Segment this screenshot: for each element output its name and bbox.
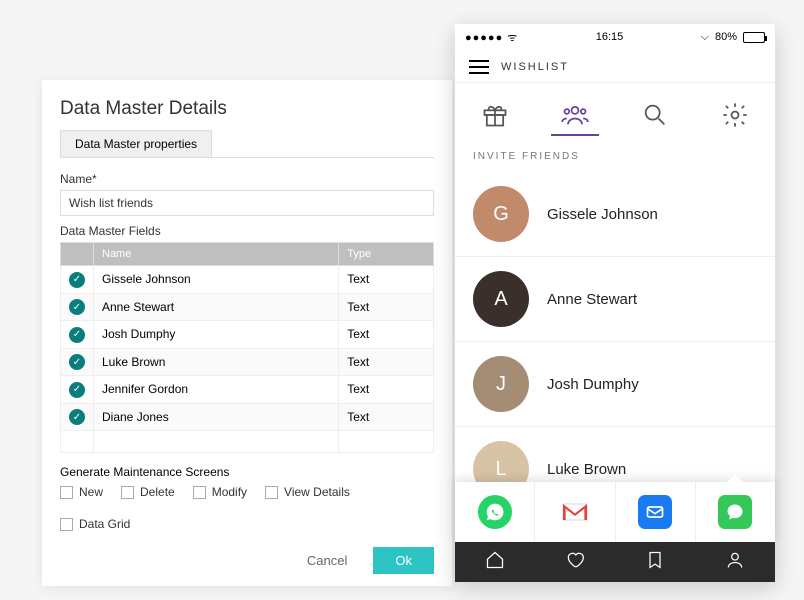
col-check bbox=[61, 243, 94, 266]
phone-mock: ●●●●● ᯤ 16:15 ⌵ 80% WISHLIST INVITE FRIE… bbox=[455, 24, 775, 582]
cell-type: Text bbox=[339, 403, 434, 431]
checkbox-label: Data Grid bbox=[79, 517, 130, 531]
table-row[interactable]: ✓ Luke Brown Text bbox=[61, 348, 434, 376]
avatar: G bbox=[473, 186, 529, 242]
checkbox-box bbox=[193, 486, 206, 499]
section-invite: INVITE FRIENDS bbox=[455, 135, 775, 172]
checkbox-label: Modify bbox=[212, 485, 247, 499]
col-name: Name bbox=[94, 243, 339, 266]
checkbox-view-details[interactable]: View Details bbox=[265, 485, 350, 499]
tab-search[interactable] bbox=[625, 95, 685, 135]
friend-name: Gissele Johnson bbox=[547, 206, 658, 223]
checkbox-modify[interactable]: Modify bbox=[193, 485, 247, 499]
cell-name: Jennifer Gordon bbox=[94, 376, 339, 404]
tab-settings[interactable] bbox=[705, 95, 765, 135]
nav-home[interactable] bbox=[485, 550, 505, 575]
data-master-dialog: Data Master Details Data Master properti… bbox=[42, 80, 452, 586]
checkbox-label: View Details bbox=[284, 485, 350, 499]
checkbox-new[interactable]: New bbox=[60, 485, 103, 499]
cell-name: Gissele Johnson bbox=[94, 266, 339, 294]
cell-type: Text bbox=[339, 321, 434, 349]
nav-favorites[interactable] bbox=[565, 550, 585, 575]
cell-name: Luke Brown bbox=[94, 348, 339, 376]
checkbox-data-grid[interactable]: Data Grid bbox=[60, 517, 130, 531]
friend-name: Anne Stewart bbox=[547, 291, 637, 308]
share-whatsapp[interactable] bbox=[455, 482, 535, 542]
cancel-button[interactable]: Cancel bbox=[285, 547, 369, 574]
friend-item[interactable]: A Anne Stewart bbox=[455, 257, 775, 342]
checkbox-box bbox=[121, 486, 134, 499]
status-bar: ●●●●● ᯤ 16:15 ⌵ 80% bbox=[455, 24, 775, 50]
cell-name: Josh Dumphy bbox=[94, 321, 339, 349]
dialog-title: Data Master Details bbox=[60, 98, 434, 120]
friend-name: Josh Dumphy bbox=[547, 376, 639, 393]
app-title: WISHLIST bbox=[501, 61, 569, 73]
checkbox-delete[interactable]: Delete bbox=[121, 485, 175, 499]
cell-type: Text bbox=[339, 376, 434, 404]
check-icon: ✓ bbox=[69, 382, 85, 398]
check-icon: ✓ bbox=[69, 327, 85, 343]
name-label: Name* bbox=[60, 172, 434, 186]
share-mail[interactable] bbox=[616, 482, 696, 542]
bottom-nav bbox=[455, 542, 775, 582]
table-row[interactable]: ✓ Jennifer Gordon Text bbox=[61, 376, 434, 404]
col-type: Type bbox=[339, 243, 434, 266]
friend-name: Luke Brown bbox=[547, 461, 626, 478]
tab-friends[interactable] bbox=[545, 95, 605, 135]
checkbox-box bbox=[60, 486, 73, 499]
cell-type: Text bbox=[339, 348, 434, 376]
status-time: 16:15 bbox=[596, 31, 624, 43]
ok-button[interactable]: Ok bbox=[373, 547, 434, 574]
name-input[interactable] bbox=[60, 190, 434, 216]
app-header: WISHLIST bbox=[455, 50, 775, 83]
checkbox-row: New Delete Modify View Details Data Grid bbox=[60, 485, 434, 531]
tab-gifts[interactable] bbox=[465, 95, 525, 135]
cell-type: Text bbox=[339, 266, 434, 294]
fields-table: Name Type ✓ Gissele Johnson Text✓ Anne S… bbox=[60, 242, 434, 453]
checkbox-box bbox=[265, 486, 278, 499]
avatar: A bbox=[473, 271, 529, 327]
generate-label: Generate Maintenance Screens bbox=[60, 465, 434, 479]
bluetooth-icon: ⌵ bbox=[701, 31, 709, 44]
cell-type: Text bbox=[339, 293, 434, 321]
share-messages[interactable] bbox=[696, 482, 775, 542]
checkbox-label: New bbox=[79, 485, 103, 499]
nav-profile[interactable] bbox=[725, 550, 745, 575]
battery-pct: 80% bbox=[715, 31, 737, 43]
signal-icon: ●●●●● ᯤ bbox=[465, 30, 518, 45]
friend-item[interactable]: G Gissele Johnson bbox=[455, 172, 775, 257]
check-icon: ✓ bbox=[69, 354, 85, 370]
button-row: Cancel Ok bbox=[60, 547, 434, 574]
battery-icon bbox=[743, 32, 765, 43]
friend-item[interactable]: J Josh Dumphy bbox=[455, 342, 775, 427]
top-tabs bbox=[455, 83, 775, 135]
menu-icon[interactable] bbox=[469, 60, 489, 74]
check-icon: ✓ bbox=[69, 299, 85, 315]
tab-properties[interactable]: Data Master properties bbox=[60, 130, 212, 157]
cell-name: Anne Stewart bbox=[94, 293, 339, 321]
fields-label: Data Master Fields bbox=[60, 224, 434, 238]
share-gmail[interactable] bbox=[535, 482, 615, 542]
checkbox-box bbox=[60, 518, 73, 531]
check-icon: ✓ bbox=[69, 409, 85, 425]
checkbox-label: Delete bbox=[140, 485, 175, 499]
table-row[interactable]: ✓ Diane Jones Text bbox=[61, 403, 434, 431]
table-row[interactable]: ✓ Josh Dumphy Text bbox=[61, 321, 434, 349]
avatar: J bbox=[473, 356, 529, 412]
table-row[interactable]: ✓ Anne Stewart Text bbox=[61, 293, 434, 321]
share-bar bbox=[455, 482, 775, 542]
nav-bookmark[interactable] bbox=[645, 550, 665, 575]
table-row[interactable]: ✓ Gissele Johnson Text bbox=[61, 266, 434, 294]
check-icon: ✓ bbox=[69, 272, 85, 288]
cell-name: Diane Jones bbox=[94, 403, 339, 431]
dialog-tabs: Data Master properties bbox=[60, 130, 434, 158]
